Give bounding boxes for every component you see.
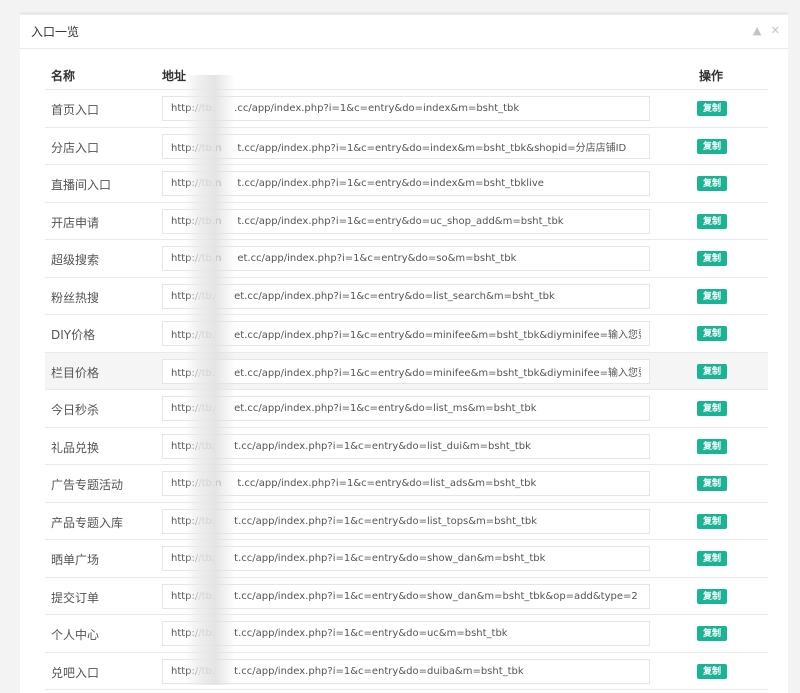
- entry-name: 个人中心: [51, 628, 100, 642]
- table-row: 直播间入口 复制: [45, 165, 768, 203]
- table-row: 提交订单 复制: [45, 578, 768, 615]
- table-row: 个人中心 复制: [45, 615, 768, 653]
- copy-button[interactable]: 复制: [697, 401, 727, 416]
- entry-url-input[interactable]: [162, 133, 650, 159]
- entry-url-input[interactable]: [162, 283, 650, 309]
- copy-button[interactable]: 复制: [697, 326, 727, 341]
- panel-title: 入口一览: [31, 25, 80, 39]
- copy-button[interactable]: 复制: [697, 588, 727, 604]
- entry-url-input[interactable]: [162, 208, 650, 234]
- entry-url-input[interactable]: [162, 658, 650, 684]
- table-row: 兑吧入口 复制: [45, 653, 768, 690]
- entry-url-input[interactable]: [162, 583, 650, 609]
- entry-name: 分店入口: [51, 140, 100, 155]
- entry-name: 礼品兑换: [51, 440, 100, 455]
- table-row: 分店入口 复制: [45, 128, 768, 165]
- close-icon[interactable]: ✕: [771, 24, 780, 37]
- table-row: 晒单广场 复制: [45, 540, 768, 578]
- table-row: 栏目价格 复制: [45, 352, 768, 390]
- entry-url-input[interactable]: [162, 471, 650, 496]
- entry-url-input[interactable]: [162, 96, 650, 121]
- copy-button[interactable]: 复制: [697, 251, 727, 266]
- entry-url-input[interactable]: [162, 508, 650, 534]
- copy-button[interactable]: 复制: [697, 138, 727, 154]
- entry-url-input[interactable]: [162, 358, 650, 384]
- entry-name: 粉丝热搜: [51, 290, 100, 305]
- entry-url-input[interactable]: [162, 621, 650, 646]
- header-action: 操作: [699, 69, 724, 83]
- entry-url-input[interactable]: [162, 433, 650, 459]
- entry-name: 兑吧入口: [51, 665, 100, 680]
- table-row: 首页入口 复制: [45, 90, 768, 128]
- entry-name: 广告专题活动: [51, 478, 124, 492]
- header-url: 地址: [162, 69, 187, 83]
- panel-header: 入口一览 ▲ ✕: [20, 15, 788, 49]
- copy-button[interactable]: 复制: [697, 363, 727, 379]
- entry-table: 名称 地址 操作 首页入口复制分店入口复制直播间入口复制开店申请复制超级搜索复制…: [45, 63, 768, 690]
- table-header: 名称 地址 操作: [45, 63, 768, 90]
- table-row: 超级搜索 复制: [45, 240, 768, 278]
- panel-tools: ▲ ✕: [747, 24, 780, 37]
- entry-url-input[interactable]: [162, 396, 650, 421]
- header-name: 名称: [51, 69, 76, 83]
- entry-panel: 入口一览 ▲ ✕ 名称 地址 操作 首页入口复制分店入口复制直播间入口复制开店申…: [20, 12, 788, 693]
- copy-button[interactable]: 复制: [697, 626, 727, 641]
- entry-name: 直播间入口: [51, 178, 112, 192]
- copy-button[interactable]: 复制: [697, 438, 727, 454]
- entry-url-input[interactable]: [162, 321, 650, 346]
- entry-name: 晒单广场: [51, 553, 100, 567]
- table-row: 开店申请 复制: [45, 203, 768, 240]
- entry-name: 今日秒杀: [51, 403, 100, 417]
- table-row: 今日秒杀 复制: [45, 390, 768, 428]
- entry-url-input[interactable]: [162, 246, 650, 271]
- copy-button[interactable]: 复制: [697, 476, 727, 491]
- copy-button[interactable]: 复制: [697, 288, 727, 304]
- entry-name: 产品专题入库: [51, 515, 124, 530]
- copy-button[interactable]: 复制: [697, 551, 727, 566]
- entry-name: 栏目价格: [51, 365, 100, 380]
- entry-url-input[interactable]: [162, 546, 650, 571]
- copy-button[interactable]: 复制: [697, 213, 727, 229]
- chevron-up-icon[interactable]: ▲: [753, 24, 761, 37]
- entry-name: 超级搜索: [51, 253, 100, 267]
- entry-name: 提交订单: [51, 590, 100, 605]
- table-row: 产品专题入库 复制: [45, 503, 768, 540]
- entry-name: 首页入口: [51, 103, 100, 117]
- copy-button[interactable]: 复制: [697, 663, 727, 679]
- table-body: 首页入口复制分店入口复制直播间入口复制开店申请复制超级搜索复制粉丝热搜复制DIY…: [45, 90, 768, 690]
- table-row: 粉丝热搜 复制: [45, 278, 768, 315]
- table-row: DIY价格 复制: [45, 315, 768, 353]
- entry-name: 开店申请: [51, 215, 100, 230]
- entry-url-input[interactable]: [162, 171, 650, 196]
- copy-button[interactable]: 复制: [697, 101, 727, 116]
- table-row: 礼品兑换 复制: [45, 428, 768, 465]
- copy-button[interactable]: 复制: [697, 513, 727, 529]
- entry-name: DIY价格: [51, 328, 96, 342]
- table-row: 广告专题活动 复制: [45, 465, 768, 503]
- copy-button[interactable]: 复制: [697, 176, 727, 191]
